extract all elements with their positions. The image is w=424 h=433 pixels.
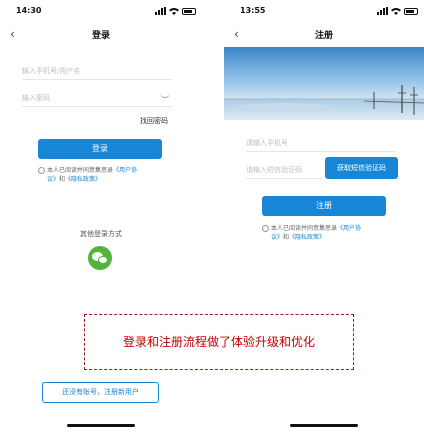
password-eye-icon[interactable] bbox=[160, 93, 170, 98]
agreement-prefix: 本人已阅读并同意集思录 bbox=[47, 167, 114, 174]
home-indicator bbox=[290, 424, 358, 427]
agree-radio[interactable] bbox=[262, 225, 269, 232]
login-button[interactable]: 登录 bbox=[38, 139, 162, 159]
status-time: 14:30 bbox=[16, 6, 42, 15]
nav-bar: ‹ 登录 bbox=[0, 26, 202, 44]
privacy-policy-link[interactable]: 《隐私政策》 bbox=[65, 176, 101, 183]
wifi-icon bbox=[169, 8, 179, 15]
signal-icon bbox=[155, 7, 166, 15]
banner-image bbox=[224, 47, 424, 120]
home-indicator bbox=[67, 424, 135, 427]
get-sms-code-button[interactable]: 获取短信验证码 bbox=[325, 157, 398, 179]
other-login-label: 其他登录方式 bbox=[80, 230, 122, 238]
sms-code-field[interactable] bbox=[246, 157, 322, 180]
status-icons bbox=[377, 7, 418, 15]
status-icons bbox=[155, 7, 196, 15]
password-field[interactable] bbox=[22, 85, 172, 108]
caption-box: 登录和注册流程做了体验升级和优化 bbox=[84, 314, 354, 370]
phone-field[interactable] bbox=[246, 130, 396, 153]
sms-code-input[interactable] bbox=[246, 160, 320, 180]
agreement: 本人已阅读并同意集思录《用户协议》和《隐私政策》 bbox=[38, 166, 138, 184]
register-new-user-button[interactable]: 还没有账号，注册新用户 bbox=[42, 382, 159, 403]
agreement-text: 本人已阅读并同意集思录《用户协议》和《隐私政策》 bbox=[262, 224, 362, 242]
status-bar: 13:55 bbox=[224, 6, 424, 18]
wechat-icon[interactable] bbox=[88, 246, 112, 270]
phone-username-field[interactable] bbox=[22, 58, 172, 81]
forgot-password-link[interactable]: 找回密码 bbox=[140, 116, 168, 126]
phone-username-input[interactable] bbox=[22, 61, 142, 81]
wifi-icon bbox=[391, 8, 401, 15]
agreement-text: 本人已阅读并同意集思录《用户协议》和《隐私政策》 bbox=[38, 166, 138, 184]
battery-icon bbox=[404, 7, 418, 15]
status-bar: 14:30 bbox=[0, 6, 202, 18]
agreement-prefix: 本人已阅读并同意集思录 bbox=[271, 225, 338, 232]
battery-icon bbox=[182, 7, 196, 15]
page-title: 注册 bbox=[314, 31, 333, 41]
signal-icon bbox=[377, 7, 388, 15]
agreement: 本人已阅读并同意集思录《用户协议》和《隐私政策》 bbox=[262, 224, 362, 242]
nav-bar: ‹ 注册 bbox=[224, 26, 424, 44]
password-input[interactable] bbox=[22, 88, 142, 108]
phone-input[interactable] bbox=[246, 133, 366, 153]
page-title: 登录 bbox=[91, 31, 110, 41]
privacy-policy-link[interactable]: 《隐私政策》 bbox=[289, 234, 325, 241]
status-time: 13:55 bbox=[240, 6, 266, 15]
agree-radio[interactable] bbox=[38, 167, 45, 174]
register-button[interactable]: 注册 bbox=[262, 196, 386, 216]
